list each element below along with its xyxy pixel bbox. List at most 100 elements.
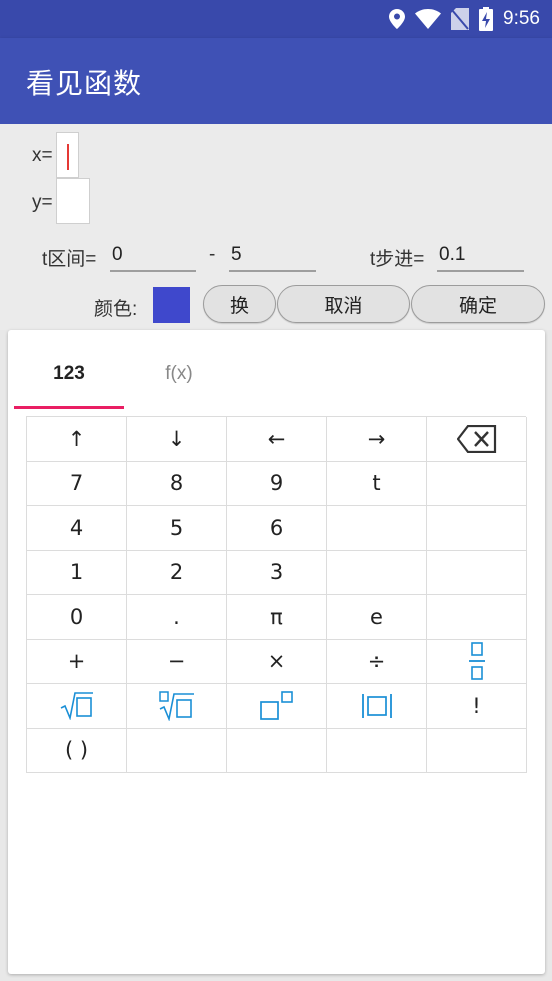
key-label: ↓	[167, 426, 186, 451]
key-label: 9	[269, 471, 284, 496]
key-label: +	[67, 649, 86, 674]
key-8[interactable]: 8	[127, 461, 227, 506]
up-arrow-key[interactable]: ↑	[27, 417, 127, 462]
cancel-button[interactable]: 取消	[277, 285, 410, 323]
swap-button[interactable]: 换	[203, 285, 276, 323]
wifi-icon	[415, 9, 442, 29]
key-5[interactable]: 5	[127, 506, 227, 551]
key-label: →	[367, 426, 386, 451]
key-empty	[327, 728, 427, 773]
key-empty	[127, 728, 227, 773]
key-empty	[427, 595, 527, 640]
key-label: t	[372, 471, 381, 496]
nth-root-key[interactable]	[127, 684, 227, 729]
divide-key[interactable]: ÷	[327, 639, 427, 684]
t-range-label: t区间=	[42, 249, 97, 270]
key-label: 7	[69, 471, 84, 496]
no-sim-icon	[451, 8, 470, 30]
key-empty	[227, 728, 327, 773]
key-0[interactable]: 0	[27, 595, 127, 640]
sqrt-key[interactable]	[27, 684, 127, 729]
left-arrow-key[interactable]: ←	[227, 417, 327, 462]
key-1[interactable]: 1	[27, 550, 127, 595]
key-label: 1	[69, 560, 84, 585]
t-end-input[interactable]: 5	[229, 238, 316, 272]
status-time: 9:56	[503, 8, 540, 29]
key-label: 8	[169, 471, 184, 496]
key-label: .	[173, 604, 180, 629]
tab-123[interactable]: 123	[14, 350, 124, 398]
nth-root-icon	[158, 691, 195, 721]
key-label: !	[472, 693, 481, 718]
key-4[interactable]: 4	[27, 506, 127, 551]
key-empty	[327, 506, 427, 551]
confirm-button[interactable]: 确定	[411, 285, 545, 323]
x-label: x=	[32, 145, 53, 166]
backspace-icon	[456, 424, 497, 453]
sqrt-icon	[60, 691, 94, 720]
minus-key[interactable]: −	[127, 639, 227, 684]
battery-charging-icon	[479, 7, 494, 31]
parentheses-key[interactable]: ( )	[27, 728, 127, 773]
key-9[interactable]: 9	[227, 461, 327, 506]
t-step-label: t步进=	[370, 249, 425, 270]
key-label: −	[167, 649, 186, 674]
color-swatch[interactable]	[153, 287, 190, 323]
tab-fx[interactable]: f(x)	[124, 350, 234, 398]
key-label: ÷	[367, 649, 386, 674]
key-empty	[427, 728, 527, 773]
key-label: 4	[69, 515, 84, 540]
right-arrow-key[interactable]: →	[327, 417, 427, 462]
key-6[interactable]: 6	[227, 506, 327, 551]
keyboard-panel: 123 f(x) ↑ ↓ ← → 7 8 9 t 4 5 6 1 2 3 0. π e + − × ÷!( )	[8, 330, 545, 974]
app-bar: 看见函数	[0, 38, 552, 124]
range-separator: -	[209, 244, 216, 265]
t-start-input[interactable]: 0	[110, 238, 196, 272]
y-input[interactable]	[56, 178, 90, 224]
abs-icon	[361, 692, 393, 720]
app-title: 看见函数	[26, 67, 143, 100]
key-label: e	[370, 604, 383, 629]
key-label: ↑	[67, 426, 86, 451]
key-empty	[427, 550, 527, 595]
t-step-input[interactable]: 0.1	[437, 238, 524, 272]
key-pi[interactable]: π	[227, 595, 327, 640]
key-e[interactable]: e	[327, 595, 427, 640]
keypad-grid: ↑ ↓ ← → 7 8 9 t 4 5 6 1 2 3 0. π e + − × ÷! ( )	[26, 416, 527, 773]
tab-indicator	[14, 406, 124, 409]
backspace-key[interactable]	[427, 417, 527, 462]
power-icon	[259, 690, 294, 721]
factorial-key[interactable]: !	[427, 684, 527, 729]
key-label: 2	[169, 560, 184, 585]
key-t[interactable]: t	[327, 461, 427, 506]
key-label: ×	[267, 649, 286, 674]
color-label: 颜色:	[94, 299, 138, 320]
status-bar: 9:56	[0, 0, 552, 38]
key-empty	[427, 461, 527, 506]
x-input[interactable]	[56, 132, 79, 178]
key-dot[interactable]: .	[127, 595, 227, 640]
fraction-key[interactable]	[427, 639, 527, 684]
plus-key[interactable]: +	[27, 639, 127, 684]
y-label: y=	[32, 192, 53, 213]
key-label: ←	[267, 426, 286, 451]
key-label: π	[270, 604, 283, 629]
key-empty	[327, 550, 427, 595]
multiply-key[interactable]: ×	[227, 639, 327, 684]
text-cursor	[67, 144, 69, 170]
key-3[interactable]: 3	[227, 550, 327, 595]
key-label: 5	[169, 515, 184, 540]
location-icon	[389, 9, 406, 29]
key-label: 3	[269, 560, 284, 585]
power-key[interactable]	[227, 684, 327, 729]
status-icons: 9:56	[389, 0, 540, 38]
key-empty	[427, 506, 527, 551]
key-label: 0	[69, 604, 84, 629]
key-label: 6	[269, 515, 284, 540]
down-arrow-key[interactable]: ↓	[127, 417, 227, 462]
key-2[interactable]: 2	[127, 550, 227, 595]
fraction-icon	[468, 642, 486, 681]
key-7[interactable]: 7	[27, 461, 127, 506]
key-label: ( )	[64, 738, 89, 763]
abs-key[interactable]	[327, 684, 427, 729]
